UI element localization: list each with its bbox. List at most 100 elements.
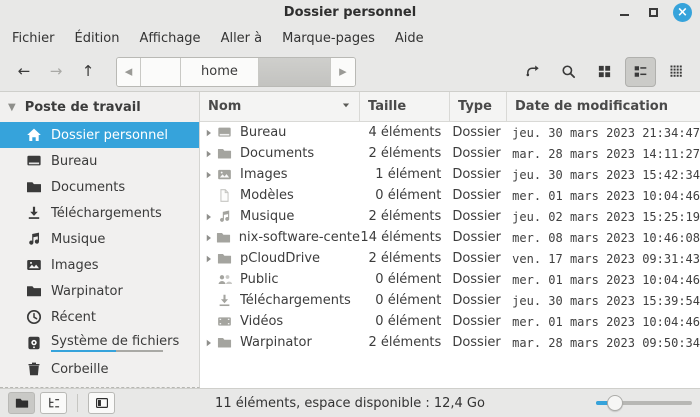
statusbar-separator [77,394,78,412]
image-icon [217,167,233,183]
table-row[interactable]: Warpinator2 élémentsDossiermar. 28 mars … [200,332,700,353]
breadcrumb-prev-button[interactable]: ◂ [117,58,141,86]
file-size: 4 éléments [360,125,450,140]
list-view-button[interactable] [625,57,656,87]
sidebar-item-documents[interactable]: Documents [0,174,199,200]
file-type: Dossier [449,209,506,224]
row-expander[interactable] [203,213,215,221]
menu-marque-pages[interactable]: Marque-pages [272,28,385,49]
toggle-location-entry-icon [525,64,540,79]
menu-aller-a[interactable]: Aller à [211,28,273,49]
disk-usage-bar [51,350,163,352]
table-row[interactable]: Images1 élémentDossierjeu. 30 mars 2023 … [200,164,700,185]
icon-view-button[interactable] [589,57,620,87]
column-header-name[interactable]: Nom [200,92,360,121]
row-expander[interactable] [203,129,215,137]
breadcrumb-segment-home[interactable]: home [181,58,259,86]
search-button[interactable] [553,57,584,87]
places-folder-button[interactable] [8,392,35,414]
toolbar-right-buttons [517,57,692,87]
people-icon [217,272,233,288]
file-size: 2 éléments [360,335,450,350]
menubar: Fichier Édition Affichage Aller à Marque… [0,24,700,52]
table-row[interactable]: Modèles0 élémentDossiermer. 01 mars 2023… [200,185,700,206]
file-type: Dossier [449,167,506,182]
maximize-button[interactable] [644,3,662,21]
table-row[interactable]: pCloudDrive2 élémentsDossierven. 17 mars… [200,248,700,269]
back-arrow-button[interactable]: ← [8,58,40,86]
file-manager-window: Dossier personnel × Fichier Édition Affi… [0,0,700,417]
table-row[interactable]: Documents2 élémentsDossiermar. 28 mars 2… [200,143,700,164]
sidebar-item-musique[interactable]: Musique [0,226,199,252]
zoom-slider[interactable] [596,394,692,412]
image-icon [217,167,232,183]
sidebar-section-header[interactable]: ▼ Poste de travail [0,92,199,122]
sidebar-item-images[interactable]: Images [0,252,199,278]
file-size: 0 élément [360,293,450,308]
hide-sidebar-button[interactable] [88,392,115,414]
column-header-type[interactable]: Type [450,92,507,121]
folder-icon [216,230,231,246]
sidebar-item-warpinator[interactable]: Warpinator [0,278,199,304]
menu-fichier[interactable]: Fichier [2,28,65,49]
row-expander[interactable] [203,339,215,347]
hide-sidebar-icon [95,396,109,410]
expander-icon [205,150,213,158]
table-row[interactable]: nix-software-center14 élémentsDossiermer… [200,227,700,248]
file-size: 0 élément [360,272,450,287]
file-name: Musique [240,209,294,224]
table-row[interactable]: Bureau4 élémentsDossierjeu. 30 mars 2023… [200,122,700,143]
sidebar-item-recent[interactable]: Récent [0,304,199,330]
sidebar-item-telechargements[interactable]: Téléchargements [0,200,199,226]
column-header-date[interactable]: Date de modification [507,92,700,121]
file-date: ven. 17 mars 2023 09:31:43 [506,252,700,266]
slider-thumb[interactable] [607,395,623,411]
music-icon [217,209,233,225]
table-row[interactable]: Public0 élémentDossiermer. 01 mars 2023 … [200,269,700,290]
close-button[interactable]: × [673,3,692,22]
breadcrumb-next-button[interactable]: ▸ [331,58,355,86]
folder-icon [217,146,232,162]
row-expander[interactable] [203,171,215,179]
folder-icon [217,146,233,162]
breadcrumb-segment-drive[interactable] [141,58,181,86]
list-view-icon [633,64,648,79]
maximize-icon [649,8,658,17]
table-row[interactable]: Musique2 élémentsDossierjeu. 02 mars 202… [200,206,700,227]
file-name: Warpinator [240,335,312,350]
menu-aide[interactable]: Aide [385,28,434,49]
compact-view-button[interactable] [661,57,692,87]
file-size: 0 élément [360,188,450,203]
up-arrow-icon: ↑ [82,64,95,79]
menu-edition[interactable]: Édition [65,28,130,49]
window-title: Dossier personnel [284,5,416,20]
table-row[interactable]: Téléchargements0 élémentDossierjeu. 30 m… [200,290,700,311]
file-date: mer. 08 mars 2023 10:46:08 [506,231,700,245]
sidebar-item-dossier-personnel[interactable]: Dossier personnel [0,122,199,148]
file-name: Images [240,167,288,182]
column-header-size[interactable]: Taille [360,92,450,121]
minimize-button[interactable] [615,3,633,21]
sidebar-item-bureau[interactable]: Bureau [0,148,199,174]
file-type: Dossier [449,335,506,350]
sidebar-item-systeme-de-fichiers[interactable]: Système de fichiers [0,330,199,356]
breadcrumb-segment-home[interactable] [259,58,331,86]
menu-affichage[interactable]: Affichage [129,28,210,49]
file-name: Vidéos [240,314,283,329]
search-icon [561,64,576,79]
sidebar-item-corbeille[interactable]: Corbeille [0,356,199,382]
video-icon [217,314,232,330]
row-expander[interactable] [203,255,215,263]
toggle-location-entry-button[interactable] [517,57,548,87]
folder-icon [216,230,231,246]
table-row[interactable]: Vidéos0 élémentDossiermer. 01 mars 2023 … [200,311,700,332]
minimize-icon [620,14,629,16]
file-type: Dossier [449,314,506,329]
breadcrumb-label: home [201,64,238,79]
up-arrow-button[interactable]: ↑ [72,58,104,86]
row-expander[interactable] [203,150,215,158]
file-name: Téléchargements [240,293,351,308]
tree-view-button[interactable] [40,392,67,414]
row-expander[interactable] [203,234,214,242]
statusbar-buttons [8,392,115,414]
